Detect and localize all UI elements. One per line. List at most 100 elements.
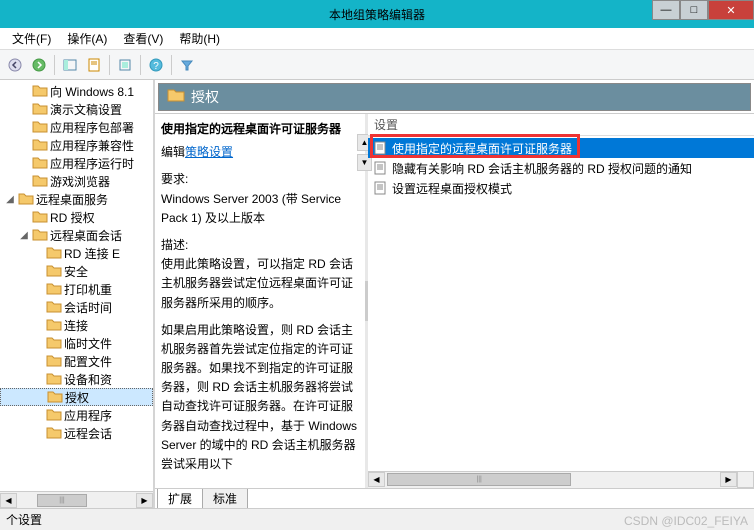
right-panel: 授权 使用指定的远程桌面许可证服务器 编辑策略设置 要求:Windows Ser… <box>155 80 754 508</box>
scroll-right-button[interactable]: ▶ <box>720 472 737 487</box>
setting-item[interactable]: 设置远程桌面授权模式 <box>368 178 754 198</box>
setting-item[interactable]: 使用指定的远程桌面许可证服务器 <box>368 138 754 158</box>
tree-item[interactable]: 配置文件 <box>0 352 153 370</box>
expand-toggle-icon[interactable]: ◢ <box>4 194 16 205</box>
refresh-button[interactable] <box>114 54 136 76</box>
tree[interactable]: 向 Windows 8.1演示文稿设置应用程序包部署应用程序兼容性应用程序运行时… <box>0 80 153 442</box>
folder-icon <box>46 300 62 314</box>
tree-item-label: 应用程序 <box>64 407 112 424</box>
menu-file[interactable]: 文件(F) <box>4 28 59 49</box>
folder-icon <box>32 174 48 188</box>
menu-action[interactable]: 操作(A) <box>59 28 115 49</box>
folder-icon <box>46 318 62 332</box>
svg-text:?: ? <box>153 61 159 72</box>
tree-item[interactable]: 演示文稿设置 <box>0 100 153 118</box>
list-header[interactable]: 设置 <box>368 114 754 136</box>
tree-item[interactable]: 远程会话 <box>0 424 153 442</box>
setting-item[interactable]: 隐藏有关影响 RD 会话主机服务器的 RD 授权问题的通知 <box>368 158 754 178</box>
tab-standard[interactable]: 标准 <box>202 489 248 508</box>
edit-prefix: 编辑 <box>161 145 185 159</box>
scroll-thumb[interactable]: ||| <box>37 494 87 507</box>
tree-item-label: 向 Windows 8.1 <box>50 83 134 100</box>
scroll-right-button[interactable]: ▶ <box>136 493 153 508</box>
menu-help[interactable]: 帮助(H) <box>171 28 228 49</box>
tree-item-label: 远程会话 <box>64 425 112 442</box>
window-title: 本地组策略编辑器 <box>329 6 425 23</box>
folder-icon <box>32 102 48 116</box>
tree-item[interactable]: 连接 <box>0 316 153 334</box>
tree-item-label: 演示文稿设置 <box>50 101 122 118</box>
settings-list[interactable]: 使用指定的远程桌面许可证服务器隐藏有关影响 RD 会话主机服务器的 RD 授权问… <box>368 136 754 198</box>
tab-extended[interactable]: 扩展 <box>157 489 203 508</box>
tree-item[interactable]: 会话时间 <box>0 298 153 316</box>
toolbar: ? <box>0 50 754 80</box>
policy-title: 使用指定的远程桌面许可证服务器 <box>161 122 341 136</box>
tree-item-label: 连接 <box>64 317 88 334</box>
tree-item[interactable]: 应用程序 <box>0 406 153 424</box>
tree-item[interactable]: 安全 <box>0 262 153 280</box>
folder-icon <box>47 390 63 404</box>
folder-icon <box>46 264 62 278</box>
scroll-thumb[interactable]: ||| <box>387 473 571 486</box>
tree-item[interactable]: 授权 <box>0 388 153 406</box>
tree-item-label: 应用程序包部署 <box>50 119 134 136</box>
back-button[interactable] <box>4 54 26 76</box>
tree-item[interactable]: ◢远程桌面服务 <box>0 190 153 208</box>
scroll-left-button[interactable]: ◀ <box>368 472 385 487</box>
tree-item[interactable]: 设备和资 <box>0 370 153 388</box>
tree-item[interactable]: RD 连接 E <box>0 244 153 262</box>
tree-panel: 向 Windows 8.1演示文稿设置应用程序包部署应用程序兼容性应用程序运行时… <box>0 80 155 508</box>
setting-icon <box>372 160 388 176</box>
folder-icon <box>32 84 48 98</box>
view-tabs: 扩展 标准 <box>155 488 754 508</box>
desc-label: 描述: <box>161 238 188 252</box>
list-h-scrollbar[interactable]: ◀ ||| ▶ <box>368 471 737 488</box>
menubar: 文件(F) 操作(A) 查看(V) 帮助(H) <box>0 28 754 50</box>
status-text: 个设置 <box>6 513 42 527</box>
tree-item[interactable]: 应用程序包部署 <box>0 118 153 136</box>
tree-item-label: 授权 <box>65 389 89 406</box>
scroll-track[interactable]: ||| <box>17 493 136 508</box>
tree-item-label: RD 连接 E <box>64 245 120 262</box>
maximize-button[interactable]: □ <box>680 0 708 20</box>
setting-label: 使用指定的远程桌面许可证服务器 <box>392 140 572 157</box>
header-title: 授权 <box>191 87 219 107</box>
tree-item[interactable]: 应用程序运行时 <box>0 154 153 172</box>
titlebar: 本地组策略编辑器 — □ ✕ <box>0 0 754 28</box>
folder-icon <box>46 246 62 260</box>
show-hide-tree-button[interactable] <box>59 54 81 76</box>
desc-p1: 使用此策略设置，可以指定 RD 会话主机服务器尝试定位远程桌面许可证服务器所采用… <box>161 257 353 309</box>
folder-icon <box>18 192 34 206</box>
forward-button[interactable] <box>28 54 50 76</box>
minimize-button[interactable]: — <box>652 0 680 20</box>
tree-item[interactable]: RD 授权 <box>0 208 153 226</box>
tree-item[interactable]: 向 Windows 8.1 <box>0 82 153 100</box>
scroll-track[interactable]: ||| <box>385 472 720 487</box>
folder-icon <box>46 354 62 368</box>
tree-h-scrollbar[interactable]: ◀ ||| ▶ <box>0 491 153 508</box>
folder-icon <box>32 156 48 170</box>
scroll-corner <box>737 471 754 488</box>
separator <box>109 55 110 75</box>
menu-view[interactable]: 查看(V) <box>115 28 171 49</box>
folder-icon <box>167 88 185 107</box>
folder-icon <box>32 228 48 242</box>
desc-p2: 如果启用此策略设置，则 RD 会话主机服务器首先尝试定位指定的许可证服务器。如果… <box>161 323 357 471</box>
tree-item-label: 远程桌面会话 <box>50 227 122 244</box>
folder-icon <box>46 336 62 350</box>
scroll-left-button[interactable]: ◀ <box>0 493 17 508</box>
close-button[interactable]: ✕ <box>708 0 754 20</box>
edit-policy-link[interactable]: 策略设置 <box>185 145 233 159</box>
tree-item[interactable]: 应用程序兼容性 <box>0 136 153 154</box>
tree-item[interactable]: ◢ 远程桌面会话 <box>0 226 153 244</box>
tree-item-label: 临时文件 <box>64 335 112 352</box>
tree-item[interactable]: 临时文件 <box>0 334 153 352</box>
help-button[interactable]: ? <box>145 54 167 76</box>
req-text: Windows Server 2003 (带 Service Pack 1) 及… <box>161 192 341 225</box>
properties-button[interactable] <box>83 54 105 76</box>
tree-item[interactable]: 打印机重 <box>0 280 153 298</box>
tree-item[interactable]: 游戏浏览器 <box>0 172 153 190</box>
expand-toggle-icon[interactable]: ◢ <box>18 230 30 241</box>
tree-item-label: 打印机重 <box>64 281 112 298</box>
filter-button[interactable] <box>176 54 198 76</box>
